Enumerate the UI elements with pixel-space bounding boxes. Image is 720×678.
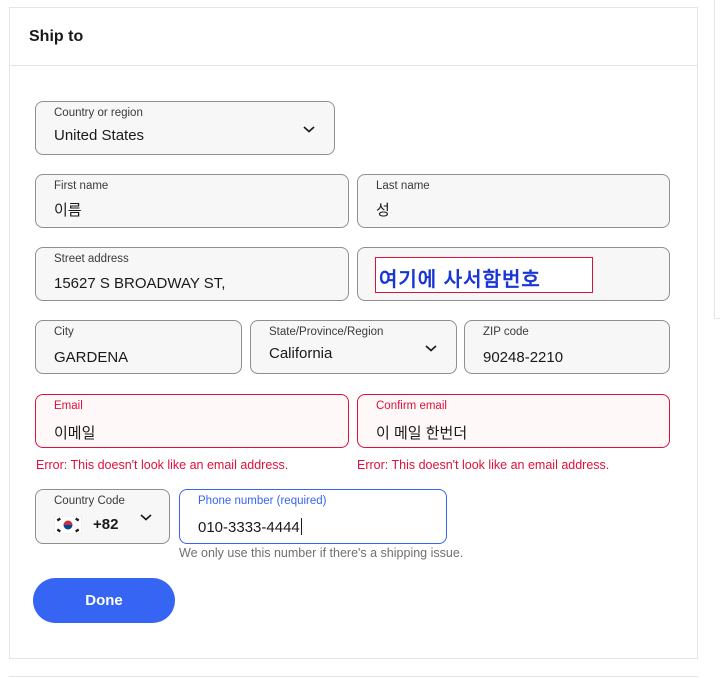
confirm-email-label: Confirm email (376, 400, 447, 412)
email-label: Email (54, 400, 83, 412)
state-label: State/Province/Region (269, 326, 384, 338)
country-code-label: Country Code (54, 495, 125, 507)
phone-number-field[interactable]: Phone number (required) 010-3333-4444 (179, 489, 447, 544)
street-address-field[interactable]: Street address 15627 S BROADWAY ST, (35, 247, 349, 301)
last-name-label: Last name (376, 180, 430, 192)
street-address-label: Street address (54, 253, 129, 265)
confirm-email-error-message: Error: This doesn't look like an email a… (357, 458, 610, 472)
phone-help-text: We only use this number if there's a shi… (179, 546, 464, 560)
street-address-value: 15627 S BROADWAY ST, (54, 275, 226, 292)
email-error-message: Error: This doesn't look like an email a… (36, 458, 289, 472)
email-value: 이메일 (54, 425, 96, 442)
state-select[interactable]: State/Province/Region California (250, 320, 457, 374)
city-field[interactable]: City GARDENA (35, 320, 242, 374)
zip-code-label: ZIP code (483, 326, 529, 338)
phone-number-input[interactable]: 010-3333-4444 (198, 518, 302, 536)
country-select[interactable]: Country or region United States (35, 101, 335, 155)
phone-number-label: Phone number (required) (198, 495, 327, 507)
chevron-down-icon (140, 514, 152, 521)
page-title: Ship to (29, 28, 84, 45)
last-name-field[interactable]: Last name 성 (357, 174, 670, 228)
country-value: United States (54, 127, 145, 144)
side-divider-tick (714, 318, 720, 319)
chevron-down-icon (303, 126, 315, 133)
last-name-value: 성 (376, 202, 390, 219)
first-name-field[interactable]: First name 이름 (35, 174, 349, 228)
email-field[interactable]: Email 이메일 (35, 394, 349, 448)
confirm-email-value: 이 메일 한번더 (376, 425, 468, 442)
zip-code-value: 90248-2210 (483, 349, 564, 366)
country-label: Country or region (54, 107, 143, 119)
first-name-value: 이름 (54, 202, 82, 219)
po-box-annotation-text: 여기에 사서함번호 (379, 269, 541, 291)
state-value: California (269, 345, 333, 362)
south-korea-flag-icon (54, 516, 82, 534)
city-value: GARDENA (54, 349, 129, 366)
zip-code-field[interactable]: ZIP code 90248-2210 (464, 320, 670, 374)
city-label: City (54, 326, 74, 338)
text-cursor (300, 518, 302, 535)
confirm-email-field[interactable]: Confirm email 이 메일 한번더 (357, 394, 670, 448)
first-name-label: First name (54, 180, 109, 192)
side-divider (714, 0, 715, 318)
phone-number-value: 010-3333-4444 (198, 519, 300, 536)
card-header: Ship to (10, 8, 697, 66)
country-code-value: +82 (93, 516, 119, 533)
country-code-select[interactable]: Country Code +82 (35, 489, 170, 544)
done-button[interactable]: Done (33, 578, 175, 623)
chevron-down-icon (425, 345, 437, 352)
po-box-annotation: 여기에 사서함번호 (375, 257, 593, 293)
